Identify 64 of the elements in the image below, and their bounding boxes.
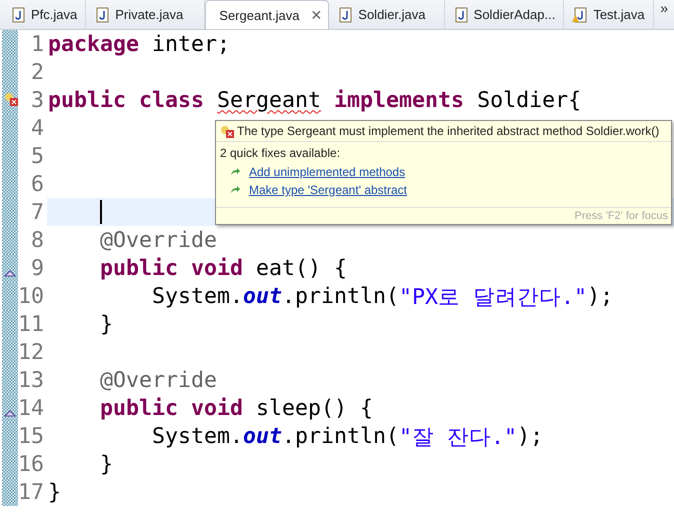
code-line: public void sleep() {	[99, 394, 374, 422]
code-line: public void eat() {	[99, 254, 348, 282]
marker-bar	[2, 198, 18, 226]
code-line: package inter;	[47, 30, 232, 58]
code-line: }	[99, 450, 114, 478]
line-number: 11	[18, 312, 46, 336]
line-number: 3	[30, 88, 45, 112]
code-line: }	[47, 478, 62, 506]
marker-bar	[2, 58, 18, 86]
code-line: public class Sergeant implements Soldier{	[47, 86, 582, 114]
java-file-icon	[572, 6, 588, 22]
line-number: 17	[18, 480, 46, 504]
code-line: System.out.println("PX로 달려간다.");	[151, 282, 614, 310]
marker-bar	[2, 114, 18, 142]
java-file-icon	[337, 6, 354, 22]
editor-tab[interactable]: Pfc.java	[2, 0, 86, 29]
marker-bar	[2, 142, 18, 170]
line-number: 15	[18, 424, 46, 448]
quick-fix-link[interactable]: Make type 'Sergeant' abstract	[249, 183, 407, 197]
text-cursor	[100, 200, 102, 224]
line-number: 13	[18, 368, 46, 392]
error-icon	[220, 124, 234, 138]
java-file-icon	[94, 6, 110, 22]
line-number: 16	[18, 452, 46, 476]
editor-tab[interactable]: SoldierAdap...	[444, 0, 564, 29]
more-tabs-button[interactable]: »	[654, 0, 674, 29]
marker-bar	[2, 450, 18, 478]
marker-bar	[2, 422, 18, 450]
close-icon[interactable]: ✕	[310, 7, 323, 23]
marker-bar	[2, 338, 18, 366]
marker-bar	[2, 478, 18, 506]
java-file-icon	[452, 6, 469, 22]
marker-bar	[2, 30, 18, 58]
marker-bar	[2, 282, 18, 310]
error-message: The type Sergeant must implement the inherited abstract method Soldier.work()	[237, 124, 660, 138]
code-line: System.out.println("잘 잔다.");	[151, 422, 544, 450]
line-number: 5	[30, 144, 45, 168]
arrow-icon	[230, 167, 241, 177]
marker-bar	[2, 226, 18, 254]
error-marker-icon	[4, 92, 18, 106]
quick-fix-count: 2 quick fixes available:	[219, 145, 342, 162]
java-file-icon	[10, 6, 26, 22]
line-number: 10	[18, 284, 46, 308]
line-number: 6	[30, 172, 45, 196]
line-number: 4	[30, 116, 45, 140]
arrow-icon	[230, 185, 241, 195]
marker-bar	[2, 170, 18, 198]
line-number: 9	[30, 256, 45, 280]
code-line: @Override	[99, 226, 218, 254]
line-number: 7	[30, 200, 45, 224]
line-number: 1	[30, 32, 45, 56]
quick-fix-link[interactable]: Add unimplemented methods	[249, 165, 406, 179]
line-number: 8	[30, 228, 45, 252]
editor-tab[interactable]: Soldier.java	[329, 0, 445, 29]
line-number: 2	[30, 60, 45, 84]
focus-hint: Press 'F2' for focus	[216, 207, 671, 224]
editor-tab[interactable]: Test.java	[564, 0, 654, 29]
marker-bar	[2, 310, 18, 338]
line-number: 14	[18, 396, 46, 420]
editor-tab[interactable]: Sergeant.java ✕	[205, 0, 330, 29]
code-line: }	[99, 310, 114, 338]
code-line: @Override	[99, 366, 218, 394]
marker-bar	[2, 366, 18, 394]
line-number: 12	[18, 340, 46, 364]
